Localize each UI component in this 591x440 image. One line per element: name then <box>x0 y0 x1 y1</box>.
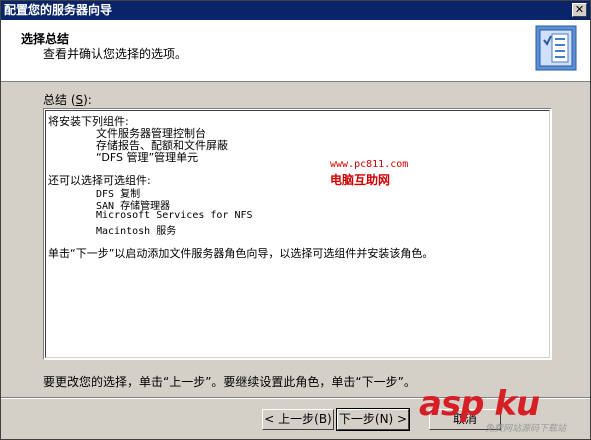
summary-line: 单击“下一步”以启动添加文件服务器角色向导，以选择可选组件并安装该角色。 <box>48 247 434 260</box>
footer-instruction: 要更改您的选择，单击“上一步”。要继续设置此角色，单击“下一步”。 <box>43 375 416 389</box>
summary-label-suffix: ): <box>83 93 92 107</box>
watermark-name: 电脑互助网 <box>330 173 391 187</box>
page-subtitle: 查看并确认您选择的选项。 <box>43 47 188 61</box>
wizard-header: 选择总结 查看并确认您选择的选项。 <box>1 20 590 82</box>
close-button[interactable]: ✕ <box>572 3 587 17</box>
back-button[interactable]: < 上一步(B) <box>262 409 334 430</box>
site-logo: asp ku <box>419 384 540 424</box>
server-checklist-icon <box>535 25 577 71</box>
title-bar: 配置您的服务器向导 ✕ <box>1 1 590 20</box>
summary-line: Microsoft Services for NFS <box>96 210 253 221</box>
summary-line: “DFS 管理”管理单元 <box>96 151 199 164</box>
summary-label-prefix: 总结 ( <box>43 93 76 107</box>
watermark-url: www.pc811.com <box>330 159 409 170</box>
window-title: 配置您的服务器向导 <box>4 3 113 17</box>
summary-textbox-inner: 将安装下列组件: 文件服务器管理控制台 存储报告、配额和文件屏蔽 “DFS 管理… <box>45 110 550 358</box>
next-button[interactable]: 下一步(N) > <box>336 408 410 431</box>
summary-label-mnemonic: S <box>75 93 84 107</box>
wizard-window: 配置您的服务器向导 ✕ 选择总结 查看并确认您选择的选项。 总结 (S): 将安… <box>0 0 591 440</box>
summary-textbox[interactable]: 将安装下列组件: 文件服务器管理控制台 存储报告、配额和文件屏蔽 “DFS 管理… <box>43 108 552 360</box>
summary-line: Macintosh 服务 <box>96 226 177 237</box>
summary-label: 总结 (S): <box>43 91 92 108</box>
site-logo-subtitle: 免费网站源码下载站 <box>485 424 567 434</box>
